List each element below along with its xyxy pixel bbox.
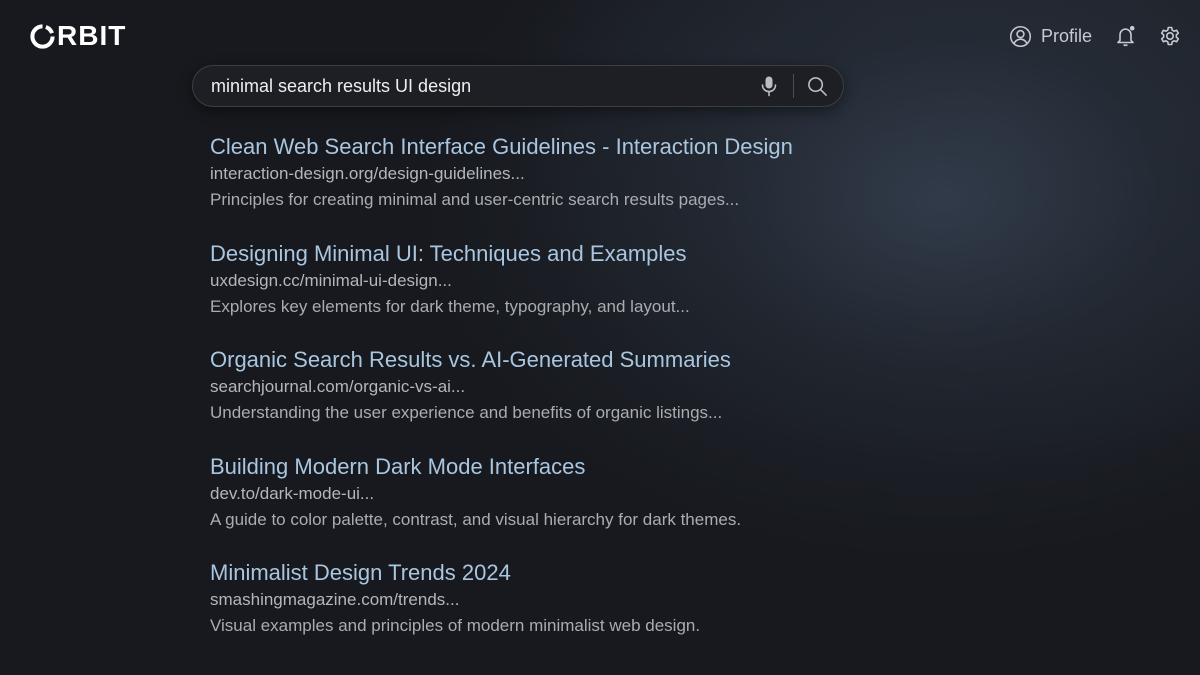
logo-o-mark: [30, 23, 55, 49]
result-item: Organic Search Results vs. AI-Generated …: [210, 346, 910, 453]
top-nav: Profile: [1009, 20, 1182, 52]
search-bar: [192, 65, 844, 107]
result-snippet: A guide to color palette, contrast, and …: [210, 509, 742, 529]
profile-label: Profile: [1040, 25, 1092, 46]
result-title-link[interactable]: Organic Search Results vs. AI-Generated …: [210, 346, 910, 374]
result-title-link[interactable]: Building Modern Dark Mode Interfaces: [210, 453, 910, 481]
search-icon[interactable]: [805, 74, 829, 98]
logo-text: RBIT: [57, 20, 127, 51]
bell-icon[interactable]: [1114, 24, 1138, 48]
result-snippet: Explores key elements for dark theme, ty…: [210, 296, 690, 316]
result-snippet: Principles for creating minimal and user…: [210, 190, 740, 209]
result-url[interactable]: dev.to/dark-mode-ui...: [210, 482, 910, 506]
result-url[interactable]: searchjournal.com/organic-vs-ai...: [210, 375, 910, 399]
gear-icon[interactable]: [1158, 24, 1182, 48]
microphone-icon[interactable]: [757, 74, 781, 98]
logo[interactable]: RBIT: [30, 21, 126, 51]
result-url[interactable]: interaction-design.org/design-guidelines…: [210, 162, 910, 186]
result-title-link[interactable]: Minimalist Design Trends 2024: [210, 559, 910, 587]
result-snippet: Visual examples and principles of modern…: [210, 616, 701, 635]
result-url[interactable]: smashingmagazine.com/trends...: [210, 588, 910, 612]
search-divider: [793, 74, 794, 98]
result-url[interactable]: uxdesign.cc/minimal-ui-design...: [210, 269, 910, 293]
search-input[interactable]: [193, 66, 757, 106]
profile-link[interactable]: Profile: [1009, 24, 1092, 48]
result-title-link[interactable]: Clean Web Search Interface Guidelines - …: [210, 133, 910, 161]
result-item: Minimalist Design Trends 2024 smashingma…: [210, 559, 910, 666]
user-circle-icon: [1009, 24, 1033, 48]
result-item: Building Modern Dark Mode Interfaces dev…: [210, 453, 910, 560]
result-item: Clean Web Search Interface Guidelines - …: [210, 133, 910, 240]
search-results: Clean Web Search Interface Guidelines - …: [210, 133, 910, 666]
result-snippet: Understanding the user experience and be…: [210, 403, 723, 422]
result-item: Designing Minimal UI: Techniques and Exa…: [210, 240, 910, 347]
result-title-link[interactable]: Designing Minimal UI: Techniques and Exa…: [210, 240, 910, 268]
